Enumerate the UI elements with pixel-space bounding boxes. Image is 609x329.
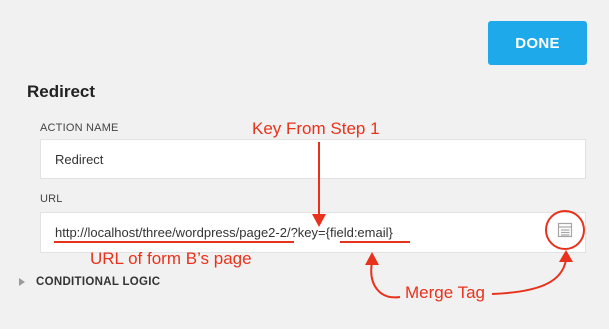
merge-arrow-left (370, 261, 401, 299)
conditional-logic-label: CONDITIONAL LOGIC (36, 276, 161, 288)
conditional-logic-toggle[interactable]: CONDITIONAL LOGIC (19, 276, 160, 288)
annotation-key-from-step: Key From Step 1 (252, 119, 380, 138)
merge-arrow-right (491, 259, 567, 295)
merge-tag-list-icon[interactable] (557, 222, 573, 238)
triangle-right-icon (19, 278, 25, 286)
url-label: URL (40, 193, 63, 205)
annotation-url-of-form: URL of form B’s page (90, 249, 252, 268)
url-value: http://localhost/three/wordpress/page2-2… (55, 225, 393, 240)
action-name-input[interactable]: Redirect (40, 139, 586, 179)
merge-arrow-left-head (365, 252, 379, 265)
annotation-merge-tag: Merge Tag (405, 283, 486, 302)
action-name-label: ACTION NAME (40, 122, 119, 134)
section-title: Redirect (27, 82, 96, 101)
url-input[interactable]: http://localhost/three/wordpress/page2-2… (40, 212, 586, 253)
action-name-value: Redirect (55, 151, 104, 167)
done-button[interactable]: DONE (488, 21, 587, 65)
